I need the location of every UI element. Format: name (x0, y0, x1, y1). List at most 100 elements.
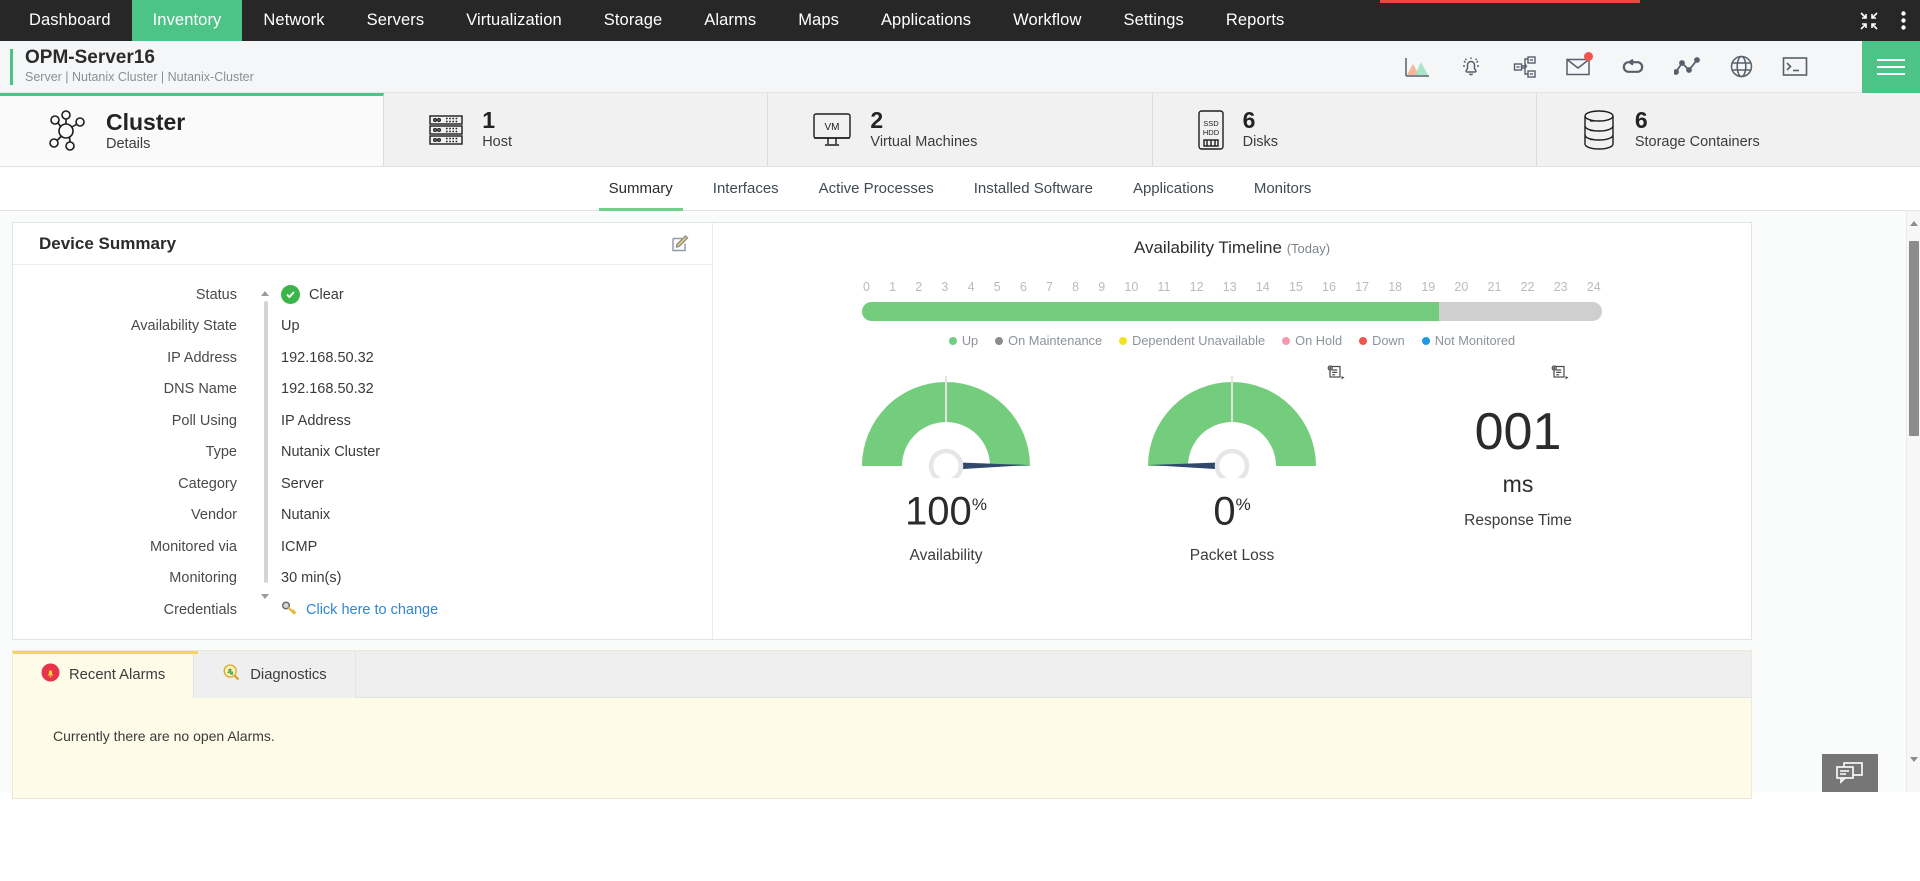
hour-tick: 9 (1098, 280, 1105, 294)
gauge-packet-loss: 0% Packet Loss (1107, 370, 1357, 565)
nav-item-inventory[interactable]: Inventory (132, 0, 243, 41)
page-scrollbar[interactable] (1906, 211, 1920, 792)
device-summary-header: Device Summary (13, 223, 712, 265)
hour-tick: 22 (1521, 280, 1535, 294)
tab-label: Interfaces (713, 180, 779, 197)
device-summary-scrollbar[interactable] (261, 287, 270, 599)
scroll-down-arrow-icon[interactable] (1910, 757, 1918, 762)
trend-line-icon[interactable] (1674, 54, 1700, 80)
nav-right-actions (1859, 0, 1920, 41)
tab-recent-alarms[interactable]: Recent Alarms (13, 651, 194, 698)
tab-monitors[interactable]: Monitors (1234, 167, 1332, 211)
summary-value: Clear (309, 287, 344, 303)
nav-item-workflow[interactable]: Workflow (992, 0, 1102, 41)
tile-disks-count: 6 (1243, 107, 1256, 133)
scroll-up-arrow-icon[interactable] (1910, 221, 1918, 226)
nav-item-applications[interactable]: Applications (860, 0, 992, 41)
tab-label: Monitors (1254, 180, 1312, 197)
legend-up: Up (949, 333, 978, 348)
chat-bubbles-icon[interactable] (1822, 754, 1878, 792)
timeline-bar[interactable] (862, 302, 1602, 321)
mail-icon[interactable] (1566, 54, 1592, 80)
credentials-change-link[interactable]: Click here to change (306, 602, 438, 618)
nav-item-virtualization[interactable]: Virtualization (445, 0, 583, 41)
svg-text:HDD: HDD (1202, 128, 1219, 137)
availability-panel: Availability Timeline (Today) 0 1 2 3 4 … (713, 223, 1751, 639)
alarms-active-tab-accent (13, 651, 198, 654)
summary-key: DNS Name (13, 381, 245, 397)
nav-item-maps[interactable]: Maps (777, 0, 860, 41)
nav-label: Virtualization (466, 11, 562, 30)
summary-row-category: Category Server (13, 468, 712, 500)
chart-area-icon[interactable] (1404, 54, 1430, 80)
legend-label: On Hold (1295, 333, 1342, 348)
scroll-track[interactable] (264, 301, 268, 583)
tile-storage-containers[interactable]: 6 Storage Containers (1537, 93, 1920, 166)
tab-summary[interactable]: Summary (589, 167, 693, 211)
legend-label: On Maintenance (1008, 333, 1102, 348)
packet-loss-value: 0 (1213, 489, 1235, 533)
alarm-bell-icon[interactable] (1458, 54, 1484, 80)
tile-vm-label: Virtual Machines (870, 133, 977, 152)
tile-host[interactable]: 1 Host (384, 93, 768, 166)
tab-diagnostics[interactable]: Diagnostics (194, 651, 355, 698)
more-vertical-icon[interactable] (1901, 11, 1906, 30)
hamburger-menu-icon[interactable] (1862, 41, 1920, 93)
device-summary-panel: Device Summary Status (13, 223, 713, 639)
tile-cluster[interactable]: Cluster Details (0, 93, 384, 166)
hour-tick: 18 (1388, 280, 1402, 294)
tile-storage-text: 6 Storage Containers (1635, 107, 1760, 152)
alarms-panel: Recent Alarms Diagnostics Currently ther… (12, 650, 1752, 799)
nav-item-servers[interactable]: Servers (346, 0, 446, 41)
nav-label: Applications (881, 11, 971, 30)
nav-item-dashboard[interactable]: Dashboard (8, 0, 132, 41)
nav-label: Workflow (1013, 11, 1081, 30)
summary-key: Status (13, 287, 245, 303)
scroll-thumb[interactable] (1909, 241, 1919, 436)
alarms-tab-filler (356, 651, 1751, 698)
nav-item-alarms[interactable]: Alarms (683, 0, 777, 41)
summary-row-poll-using: Poll Using IP Address (13, 405, 712, 437)
summary-key: Credentials (13, 602, 245, 618)
hour-tick: 12 (1190, 280, 1204, 294)
legend-label: Not Monitored (1435, 333, 1515, 348)
tile-host-text: 1 Host (482, 107, 512, 152)
nav-label: Dashboard (29, 11, 111, 30)
tab-installed-software[interactable]: Installed Software (954, 167, 1113, 211)
summary-row-status: Status Clear (13, 279, 712, 311)
link-loop-icon[interactable] (1620, 54, 1646, 80)
availability-value-wrap: 100% (821, 483, 1071, 533)
summary-key: Type (13, 444, 245, 460)
hour-tick: 24 (1587, 280, 1601, 294)
summary-key: Vendor (13, 507, 245, 523)
workflow-icon[interactable] (1512, 54, 1538, 80)
summary-key: Monitoring (13, 570, 245, 586)
legend-on-hold: On Hold (1282, 333, 1342, 348)
nav-item-settings[interactable]: Settings (1102, 0, 1204, 41)
collapse-icon[interactable] (1859, 11, 1879, 31)
tab-interfaces[interactable]: Interfaces (693, 167, 799, 211)
page-title: OPM-Server16 (25, 47, 254, 69)
cluster-nodes-icon (42, 109, 90, 153)
nav-item-reports[interactable]: Reports (1205, 0, 1305, 41)
tile-disks[interactable]: SSD HDD 6 Disks (1153, 93, 1537, 166)
globe-icon[interactable] (1728, 54, 1754, 80)
scroll-down-arrow-icon[interactable] (261, 594, 269, 599)
summary-value-wrap: Click here to change (245, 600, 438, 620)
tab-active-processes[interactable]: Active Processes (799, 167, 954, 211)
hour-tick: 4 (968, 280, 975, 294)
device-summary-title: Device Summary (39, 234, 176, 254)
summary-value: Up (245, 318, 300, 334)
terminal-icon[interactable] (1782, 54, 1808, 80)
availability-period: (Today) (1287, 241, 1330, 256)
hour-tick: 16 (1322, 280, 1336, 294)
tile-virtual-machines[interactable]: VM 2 Virtual Machines (768, 93, 1152, 166)
report-icon[interactable] (1327, 364, 1345, 385)
tab-label: Installed Software (974, 180, 1093, 197)
report-icon[interactable] (1551, 364, 1569, 385)
tab-applications[interactable]: Applications (1113, 167, 1234, 211)
edit-pencil-icon[interactable] (671, 234, 690, 253)
nav-item-network[interactable]: Network (242, 0, 345, 41)
scroll-up-arrow-icon[interactable] (261, 291, 269, 296)
nav-item-storage[interactable]: Storage (583, 0, 684, 41)
